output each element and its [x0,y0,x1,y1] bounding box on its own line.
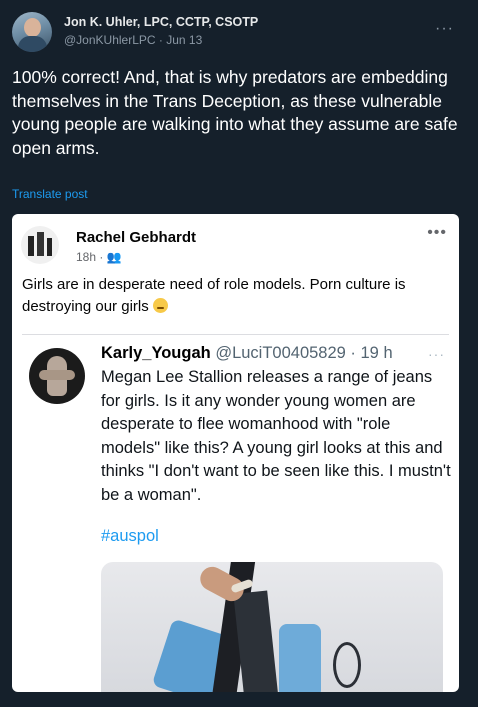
tweet: Jon K. Uhler, LPC, CCTP, CSOTP @JonKUhle… [0,0,478,707]
translate-post-link[interactable]: Translate post [12,187,88,201]
tweet-text: 100% correct! And, that is why predators… [12,67,458,158]
quoted-author-name: Karly_Yougah [101,344,211,362]
avatar-face [24,18,41,37]
avatar-shape [28,236,34,256]
avatar-shape [47,238,52,256]
author-name[interactable]: Jon K. Uhler, LPC, CCTP, CSOTP [64,15,258,29]
image-shape [233,590,279,692]
facebook-post-text-content: Girls are in desperate need of role mode… [22,276,406,315]
avatar-figure [39,370,75,380]
quoted-author-avatar [29,348,85,404]
author-handle-date[interactable]: @JonKUhlerLPC · Jun 13 [64,33,202,47]
quoted-tweet-text: Megan Lee Stallion releases a range of j… [101,368,451,504]
more-options-icon[interactable]: ··· [435,20,454,38]
facebook-post-text: Girls are in desperate need of role mode… [22,274,447,318]
quoted-tweet-header: Karly_Yougah @LuciT00405829 · 19 h [101,344,393,363]
facebook-author-name: Rachel Gebhardt [76,229,197,246]
quoted-more-icon: ··· [428,346,445,362]
facebook-author-avatar [21,226,59,264]
avatar-body [18,36,47,52]
facebook-more-icon: ••• [427,224,447,241]
quoted-author-handle-time: @LuciT00405829 · 19 h [215,344,393,362]
author-avatar[interactable] [12,12,52,52]
image-shape [333,642,361,688]
hashtag-link: #auspol [101,527,159,545]
image-shape [279,624,321,692]
facebook-post-meta: 18h · 👥 [76,250,122,264]
divider [22,334,449,335]
avatar-shape [37,232,44,256]
sad-face-emoji-icon [152,298,168,313]
quoted-tweet-image [101,562,443,692]
embedded-screenshot[interactable]: Rachel Gebhardt 18h · 👥 ••• Girls are in… [12,214,459,692]
